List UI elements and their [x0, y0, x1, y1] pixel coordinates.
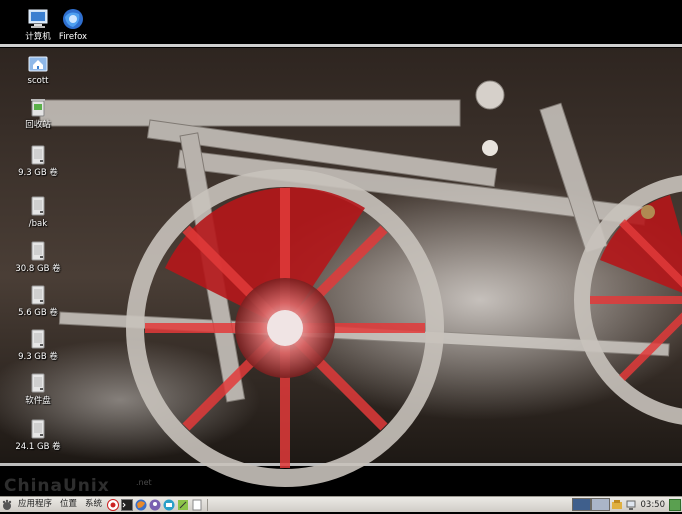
workspace-2[interactable]	[590, 497, 610, 511]
drive-icon	[6, 418, 70, 440]
desktop-icon[interactable]: 24.1 GB 卷	[6, 418, 70, 452]
system-menu[interactable]: 系统	[81, 497, 106, 512]
panel-clock[interactable]: 03:50	[638, 500, 669, 510]
desktop-icon[interactable]: 回收站	[6, 96, 70, 130]
workspace-switcher[interactable]	[571, 497, 610, 512]
desktop-wallpaper	[0, 0, 682, 496]
show-desktop-icon[interactable]	[669, 498, 681, 511]
watermark-logo: ChinaUnix	[4, 476, 110, 496]
desktop-icon[interactable]: 9.3 GB 卷	[6, 144, 70, 178]
help-icon[interactable]	[107, 498, 120, 511]
desktop-icon-label: Firefox	[58, 32, 88, 42]
drive-icon	[6, 195, 70, 217]
editor-icon[interactable]	[177, 499, 189, 511]
desktop-icon[interactable]: scott	[6, 52, 70, 86]
terminal-icon[interactable]	[121, 498, 134, 511]
desktop-icon-label: 9.3 GB 卷	[18, 168, 58, 178]
home-folder-icon	[6, 52, 70, 74]
network-icon[interactable]	[625, 499, 637, 511]
places-menu[interactable]: 位置	[56, 497, 81, 512]
workspace-1[interactable]	[571, 497, 591, 511]
drive-icon	[6, 240, 70, 262]
trash-icon	[6, 96, 70, 118]
desktop-icon-label: 9.3 GB 卷	[18, 352, 58, 362]
desktop-icon-label: 回收站	[25, 120, 51, 130]
gaim-icon[interactable]	[149, 499, 161, 511]
applications-menu[interactable]: 应用程序	[14, 497, 56, 512]
desktop-icon[interactable]: 30.8 GB 卷	[6, 240, 70, 274]
drive-icon	[6, 284, 70, 306]
bottom-panel: 应用程序 位置 系统 03:50	[0, 496, 682, 512]
desktop-icon[interactable]: Firefox	[41, 8, 105, 42]
drive-icon	[6, 144, 70, 166]
gnome-foot-icon[interactable]	[1, 499, 13, 511]
notes-icon[interactable]	[191, 499, 203, 511]
watermark-suffix: .net	[136, 478, 152, 487]
desktop-icon[interactable]: /bak	[6, 195, 70, 229]
desktop-icon[interactable]: 软件盘	[6, 372, 70, 406]
drive-icon	[6, 328, 70, 350]
desktop-icon-label: 软件盘	[25, 396, 51, 406]
desktop-icon[interactable]: 9.3 GB 卷	[6, 328, 70, 362]
desktop-icon[interactable]: 5.6 GB 卷	[6, 284, 70, 318]
desktop-icon-label: /bak	[28, 219, 48, 229]
desktop-icon-label: scott	[27, 76, 49, 86]
desktop-icon-label: 5.6 GB 卷	[18, 308, 58, 318]
drive-icon	[6, 372, 70, 394]
desktop-icon-label: 30.8 GB 卷	[15, 264, 61, 274]
firefox-launcher-icon[interactable]	[135, 499, 147, 511]
firefox-icon	[41, 8, 105, 30]
panel-separator	[207, 498, 209, 511]
chat-icon[interactable]	[163, 499, 175, 511]
desktop-icon-label: 24.1 GB 卷	[15, 442, 61, 452]
notification-area-icon[interactable]	[611, 499, 623, 511]
